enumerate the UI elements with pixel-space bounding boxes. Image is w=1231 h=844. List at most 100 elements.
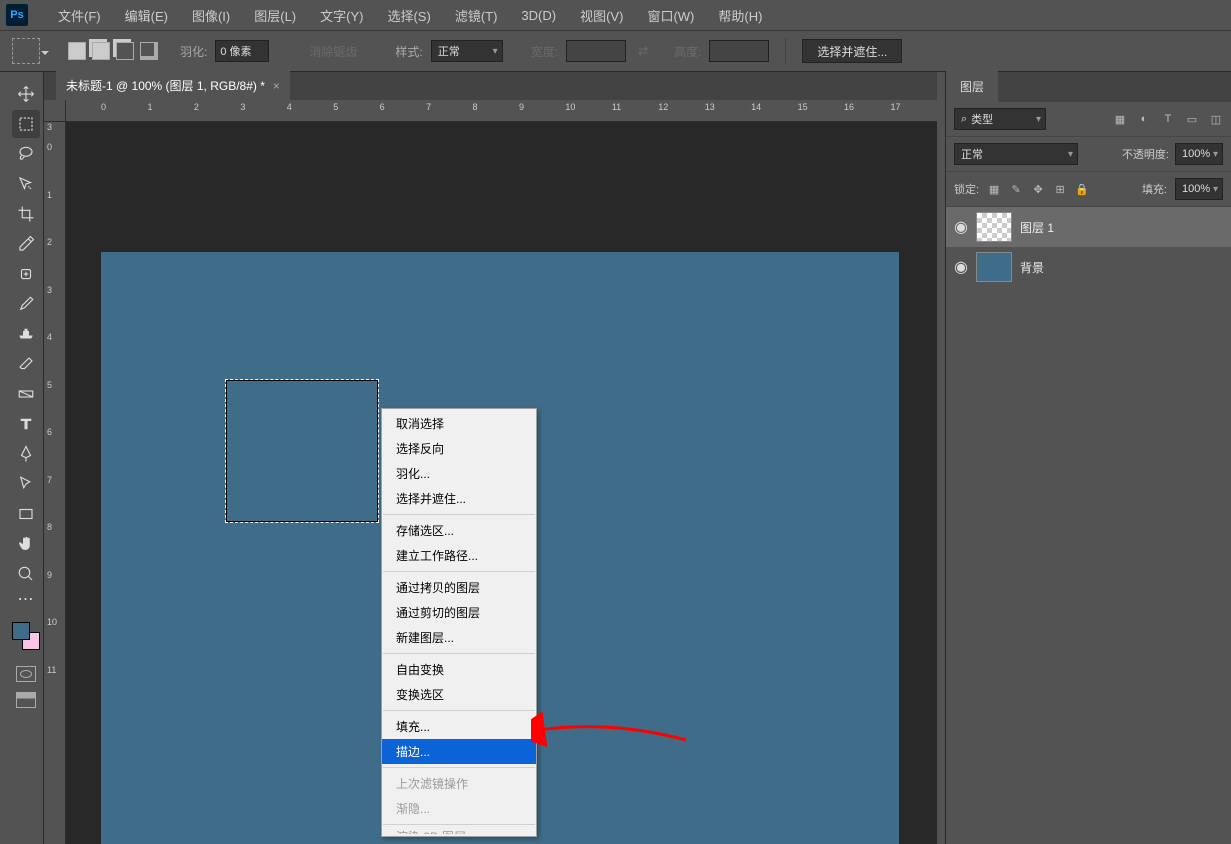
selection-add-icon[interactable] bbox=[92, 42, 110, 60]
selection-subtract-icon[interactable] bbox=[116, 42, 134, 60]
foreground-background-colors[interactable] bbox=[12, 622, 40, 650]
menu-help[interactable]: 帮助(H) bbox=[706, 6, 774, 25]
layer-thumbnail[interactable] bbox=[976, 212, 1012, 242]
zoom-tool[interactable] bbox=[12, 560, 40, 588]
style-select[interactable]: 正常 bbox=[431, 40, 503, 62]
menu-layer[interactable]: 图层(L) bbox=[242, 6, 308, 25]
ctx-save-selection[interactable]: 存储选区... bbox=[382, 518, 536, 543]
document-area: 未标题-1 @ 100% (图层 1, RGB/8#) * × 0 1 2 3 … bbox=[44, 72, 937, 844]
quick-mask-mode-icon[interactable] bbox=[16, 666, 36, 682]
canvas-viewport[interactable]: 取消选择 选择反向 羽化... 选择并遮住... 存储选区... 建立工作路径.… bbox=[66, 122, 937, 844]
ctx-transform-selection[interactable]: 变换选区 bbox=[382, 682, 536, 707]
ctx-free-transform[interactable]: 自由变换 bbox=[382, 657, 536, 682]
filter-pixel-icon[interactable]: ▦ bbox=[1113, 112, 1127, 126]
annotation-arrow bbox=[531, 710, 691, 750]
ctx-select-and-mask[interactable]: 选择并遮住... bbox=[382, 486, 536, 511]
menu-type[interactable]: 文字(Y) bbox=[308, 6, 375, 25]
eyedropper-tool[interactable] bbox=[12, 230, 40, 258]
ruler-origin[interactable] bbox=[44, 100, 66, 122]
gradient-tool[interactable] bbox=[12, 380, 40, 408]
layer-thumbnail[interactable] bbox=[976, 252, 1012, 282]
ctx-separator bbox=[383, 514, 535, 515]
height-label: 高度: bbox=[674, 43, 701, 60]
clone-stamp-tool[interactable] bbox=[12, 320, 40, 348]
style-label: 样式: bbox=[395, 43, 422, 60]
feather-input[interactable] bbox=[215, 40, 269, 62]
lock-position-icon[interactable]: ✥ bbox=[1031, 183, 1045, 196]
menu-filter[interactable]: 滤镜(T) bbox=[443, 6, 510, 25]
layer-row[interactable]: ◉ 背景 bbox=[946, 247, 1231, 287]
marquee-selection[interactable] bbox=[225, 379, 379, 523]
lock-label: 锁定: bbox=[954, 181, 979, 197]
tool-extras-icon[interactable]: ⋯ bbox=[12, 590, 40, 608]
hand-tool[interactable] bbox=[12, 530, 40, 558]
toolbar-collapse-handle[interactable] bbox=[0, 72, 8, 844]
lock-artboard-icon[interactable]: ⊞ bbox=[1053, 183, 1067, 196]
pen-tool[interactable] bbox=[12, 440, 40, 468]
selection-new-icon[interactable] bbox=[68, 42, 86, 60]
ctx-layer-via-copy[interactable]: 通过拷贝的图层 bbox=[382, 575, 536, 600]
rectangle-tool[interactable] bbox=[12, 500, 40, 528]
horizontal-ruler[interactable]: 0 1 2 3 4 5 6 7 8 9 10 11 12 13 14 15 16… bbox=[66, 100, 937, 122]
crop-tool[interactable] bbox=[12, 200, 40, 228]
width-input bbox=[566, 40, 626, 62]
path-selection-tool[interactable] bbox=[12, 470, 40, 498]
menu-3d[interactable]: 3D(D) bbox=[509, 8, 568, 23]
filter-type-icon[interactable]: T bbox=[1161, 112, 1175, 126]
lock-image-icon[interactable]: ✎ bbox=[1009, 183, 1023, 196]
type-tool[interactable] bbox=[12, 410, 40, 438]
fill-value[interactable]: 100% bbox=[1175, 178, 1223, 200]
brush-tool[interactable] bbox=[12, 290, 40, 318]
ctx-separator bbox=[383, 824, 535, 825]
layer-name[interactable]: 图层 1 bbox=[1020, 219, 1054, 236]
feather-label: 羽化: bbox=[180, 43, 207, 60]
foreground-color-swatch[interactable] bbox=[12, 622, 30, 640]
blend-mode-select[interactable]: 正常 bbox=[954, 143, 1078, 165]
menu-image[interactable]: 图像(I) bbox=[180, 6, 242, 25]
eraser-tool[interactable] bbox=[12, 350, 40, 378]
ctx-make-work-path[interactable]: 建立工作路径... bbox=[382, 543, 536, 568]
lock-all-icon[interactable]: 🔒 bbox=[1075, 183, 1089, 196]
layer-row[interactable]: ◉ 图层 1 bbox=[946, 207, 1231, 247]
ctx-feather[interactable]: 羽化... bbox=[382, 461, 536, 486]
lock-transparent-icon[interactable]: ▦ bbox=[987, 183, 1001, 196]
ctx-fill[interactable]: 填充... bbox=[382, 714, 536, 739]
menu-file[interactable]: 文件(F) bbox=[46, 6, 113, 25]
vertical-ruler[interactable]: 3 0 1 2 3 4 5 6 7 8 9 10 11 bbox=[44, 122, 66, 844]
move-tool[interactable] bbox=[12, 80, 40, 108]
screen-mode-icon[interactable] bbox=[16, 692, 36, 708]
visibility-toggle-icon[interactable]: ◉ bbox=[946, 217, 976, 237]
tool-preset-picker[interactable] bbox=[12, 38, 40, 64]
filter-adjust-icon[interactable]: ◐ bbox=[1137, 112, 1151, 126]
filter-smart-icon[interactable]: ◫ bbox=[1209, 112, 1223, 126]
ctx-stroke[interactable]: 描边... bbox=[382, 739, 536, 764]
ctx-layer-via-cut[interactable]: 通过剪切的图层 bbox=[382, 600, 536, 625]
layer-filter-select[interactable]: ⌕类型 bbox=[954, 108, 1046, 130]
quick-selection-tool[interactable] bbox=[12, 170, 40, 198]
ctx-separator bbox=[383, 571, 535, 572]
menu-view[interactable]: 视图(V) bbox=[568, 6, 635, 25]
layers-tab[interactable]: 图层 bbox=[946, 71, 998, 102]
document-tab[interactable]: 未标题-1 @ 100% (图层 1, RGB/8#) * × bbox=[56, 71, 290, 100]
selection-mode-icons bbox=[68, 42, 158, 60]
ctx-deselect[interactable]: 取消选择 bbox=[382, 411, 536, 436]
filter-shape-icon[interactable]: ▭ bbox=[1185, 112, 1199, 126]
opacity-label: 不透明度: bbox=[1122, 146, 1169, 162]
menu-select[interactable]: 选择(S) bbox=[375, 6, 442, 25]
select-and-mask-button[interactable]: 选择并遮住... bbox=[802, 39, 902, 63]
ctx-separator bbox=[383, 653, 535, 654]
ctx-new-layer[interactable]: 新建图层... bbox=[382, 625, 536, 650]
healing-brush-tool[interactable] bbox=[12, 260, 40, 288]
close-tab-icon[interactable]: × bbox=[273, 79, 280, 93]
visibility-toggle-icon[interactable]: ◉ bbox=[946, 257, 976, 277]
layer-name[interactable]: 背景 bbox=[1020, 259, 1044, 276]
ctx-select-inverse[interactable]: 选择反向 bbox=[382, 436, 536, 461]
marquee-tool[interactable] bbox=[12, 110, 40, 138]
opacity-value[interactable]: 100% bbox=[1175, 143, 1223, 165]
lasso-tool[interactable] bbox=[12, 140, 40, 168]
canvas[interactable]: 取消选择 选择反向 羽化... 选择并遮住... 存储选区... 建立工作路径.… bbox=[101, 252, 899, 844]
panel-collapse-handle[interactable] bbox=[937, 72, 945, 844]
menu-window[interactable]: 窗口(W) bbox=[635, 6, 706, 25]
selection-intersect-icon[interactable] bbox=[140, 42, 158, 60]
menu-edit[interactable]: 编辑(E) bbox=[113, 6, 180, 25]
